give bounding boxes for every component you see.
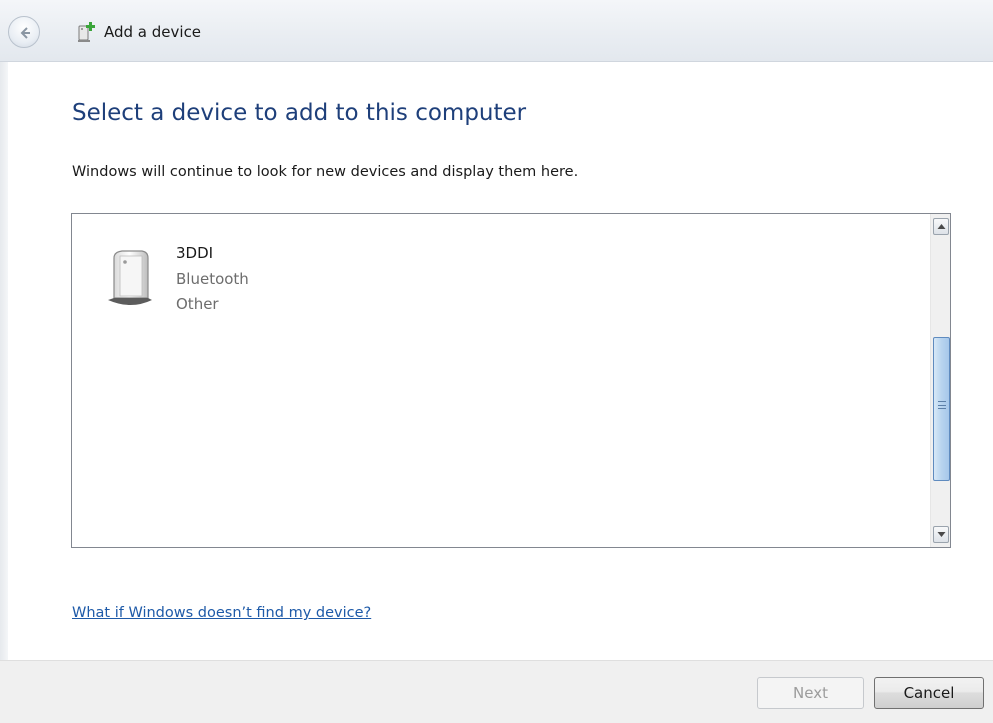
add-device-window: Add a device Select a device to add to t… bbox=[0, 0, 993, 723]
device-list[interactable]: 3DDI Bluetooth Other bbox=[71, 213, 951, 548]
vertical-scrollbar[interactable] bbox=[930, 214, 950, 547]
device-type: Bluetooth bbox=[176, 270, 249, 288]
generic-device-icon bbox=[106, 248, 154, 310]
window-left-edge bbox=[0, 0, 8, 723]
scroll-thumb[interactable] bbox=[933, 337, 950, 481]
cancel-button[interactable]: Cancel bbox=[874, 677, 984, 709]
window-title: Add a device bbox=[104, 23, 202, 41]
scroll-up-button[interactable] bbox=[933, 218, 949, 235]
back-arrow-icon bbox=[20, 27, 30, 39]
grip-icon bbox=[938, 401, 946, 409]
arrow-down-icon bbox=[937, 532, 946, 537]
title-bar: Add a device bbox=[0, 0, 993, 62]
device-item[interactable]: 3DDI Bluetooth Other bbox=[102, 244, 342, 334]
help-link[interactable]: What if Windows doesn’t find my device? bbox=[72, 605, 371, 621]
add-device-icon bbox=[76, 20, 98, 44]
page-description: Windows will continue to look for new de… bbox=[72, 164, 579, 180]
back-button[interactable] bbox=[8, 16, 40, 48]
footer-bar: Next Cancel bbox=[0, 660, 993, 723]
next-button[interactable]: Next bbox=[757, 677, 864, 709]
scroll-down-button[interactable] bbox=[933, 526, 949, 543]
page-heading: Select a device to add to this computer bbox=[72, 100, 527, 126]
device-category: Other bbox=[176, 295, 219, 313]
device-name: 3DDI bbox=[176, 244, 214, 262]
arrow-up-icon bbox=[937, 224, 946, 229]
